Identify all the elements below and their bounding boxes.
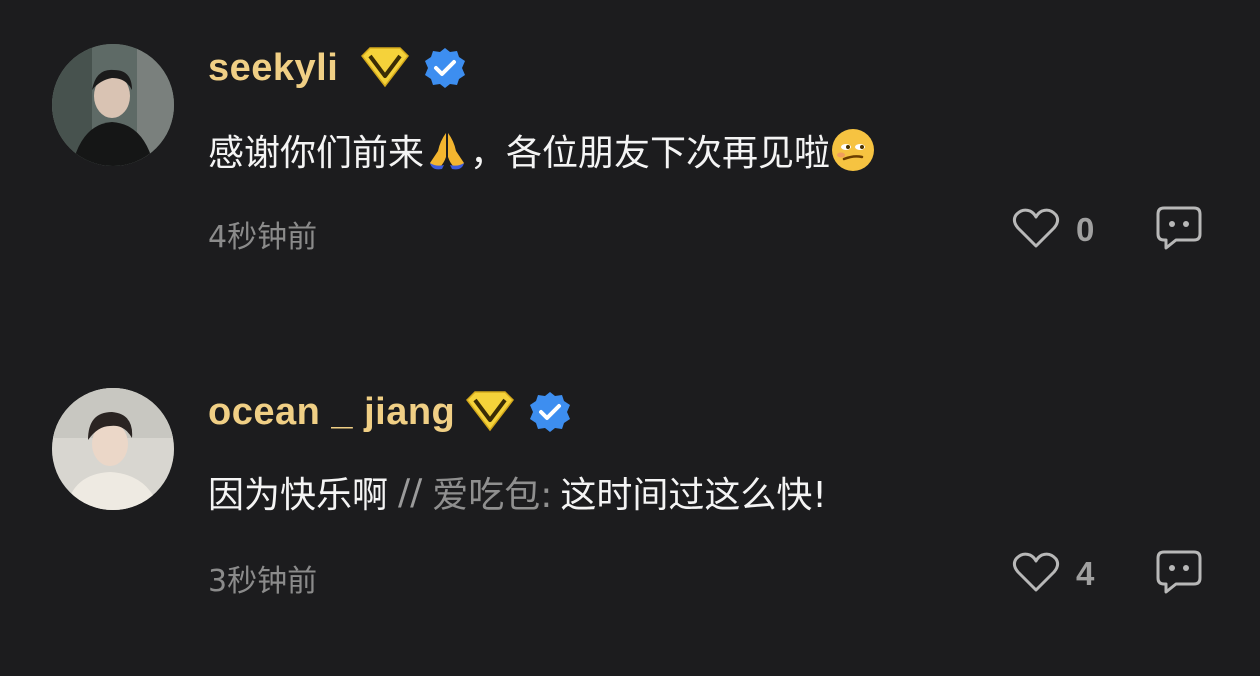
comment-text-part: 因为快乐啊: [208, 475, 389, 516]
heart-outline-icon[interactable]: [1012, 206, 1060, 250]
comment-text-part: ，各位朋友下次再见啦: [470, 133, 831, 174]
reply-text: 这时间过这么快!: [560, 475, 827, 516]
vip-diamond-icon: [361, 47, 410, 88]
name-row: ocean _ jiang: [208, 384, 571, 440]
comment-text-part: 感谢你们前来: [208, 133, 425, 174]
comment-item: ocean _ jiang 因为快乐啊 // 爱吃包: 这时间过这么快! 3秒钟…: [0, 344, 1260, 644]
verified-check-icon: [530, 392, 571, 432]
verified-check-icon: [425, 48, 466, 88]
timestamp: 4秒钟前: [208, 220, 318, 255]
reply-author[interactable]: 爱吃包:: [432, 466, 552, 518]
timestamp: 3秒钟前: [208, 564, 318, 599]
username[interactable]: seekyli: [208, 47, 338, 90]
comment-text: 感谢你们前来 ，各位朋友下次再见啦: [208, 124, 876, 176]
vip-diamond-icon: [466, 391, 515, 432]
avatar[interactable]: [52, 44, 174, 166]
comment-item: seekyli 感谢你们前来 ，各位朋友下次再见啦 4秒钟前 0: [0, 0, 1260, 300]
like-count: 0: [1076, 211, 1095, 248]
username[interactable]: ocean _ jiang: [208, 391, 455, 434]
heart-outline-icon[interactable]: [1012, 550, 1060, 594]
like-count: 4: [1076, 555, 1095, 592]
comment-text: 因为快乐啊 // 爱吃包: 这时间过这么快!: [208, 466, 827, 518]
smirk-face-emoji: [832, 129, 875, 171]
chat-bubble-icon[interactable]: [1154, 204, 1204, 252]
pray-hands-emoji: [430, 133, 465, 170]
name-row: seekyli: [208, 40, 466, 96]
reply-separator: //: [398, 471, 423, 513]
avatar[interactable]: [52, 388, 174, 510]
chat-bubble-icon[interactable]: [1154, 548, 1204, 596]
